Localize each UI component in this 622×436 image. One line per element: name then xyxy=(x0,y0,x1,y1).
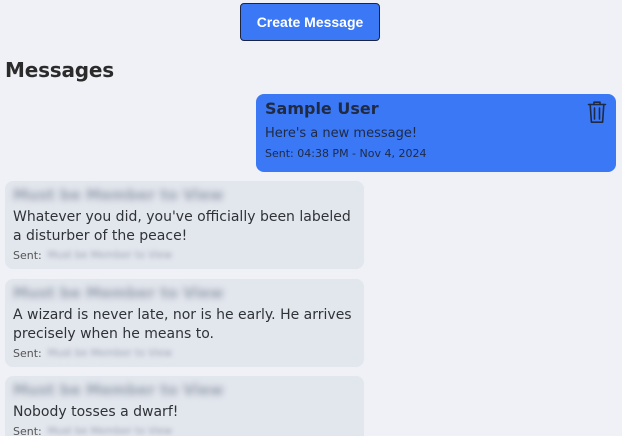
message-item: Must be Member to View Nobody tosses a d… xyxy=(5,376,364,436)
message-text: Nobody tosses a dwarf! xyxy=(13,404,179,420)
trash-icon[interactable] xyxy=(587,100,607,124)
message-text: A wizard is never late, nor is he early.… xyxy=(13,307,352,342)
page: Create Message Messages Sample User Here… xyxy=(0,0,622,436)
message-author-hidden: Must be Member to View xyxy=(13,284,224,302)
message-timestamp: Sent: 04:38 PM - Nov 4, 2024 xyxy=(265,147,427,160)
sent-value-hidden: Must be Member to View xyxy=(47,250,172,261)
page-title: Messages xyxy=(5,58,114,82)
sent-value-hidden: Must be Member to View xyxy=(47,426,172,436)
sent-label: Sent: xyxy=(13,249,42,262)
message-item: Must be Member to View Whatever you did,… xyxy=(5,181,364,269)
sent-value-hidden: Must be Member to View xyxy=(47,348,172,359)
create-message-button[interactable]: Create Message xyxy=(240,3,380,41)
message-text: Whatever you did, you've officially been… xyxy=(13,209,351,244)
sent-label: Sent: xyxy=(13,425,42,436)
message-own: Sample User Here's a new message! Sent: … xyxy=(256,94,616,172)
message-author-hidden: Must be Member to View xyxy=(13,186,224,204)
message-timestamp: Sent: Must be Member to View xyxy=(13,249,356,263)
message-timestamp: Sent: Must be Member to View xyxy=(13,425,356,436)
message-text: Here's a new message! xyxy=(265,126,418,141)
message-author-hidden: Must be Member to View xyxy=(13,381,224,399)
sent-label: Sent: xyxy=(13,347,42,360)
message-timestamp: Sent: Must be Member to View xyxy=(13,347,356,361)
message-author: Sample User xyxy=(265,99,379,118)
message-item: Must be Member to View A wizard is never… xyxy=(5,279,364,367)
